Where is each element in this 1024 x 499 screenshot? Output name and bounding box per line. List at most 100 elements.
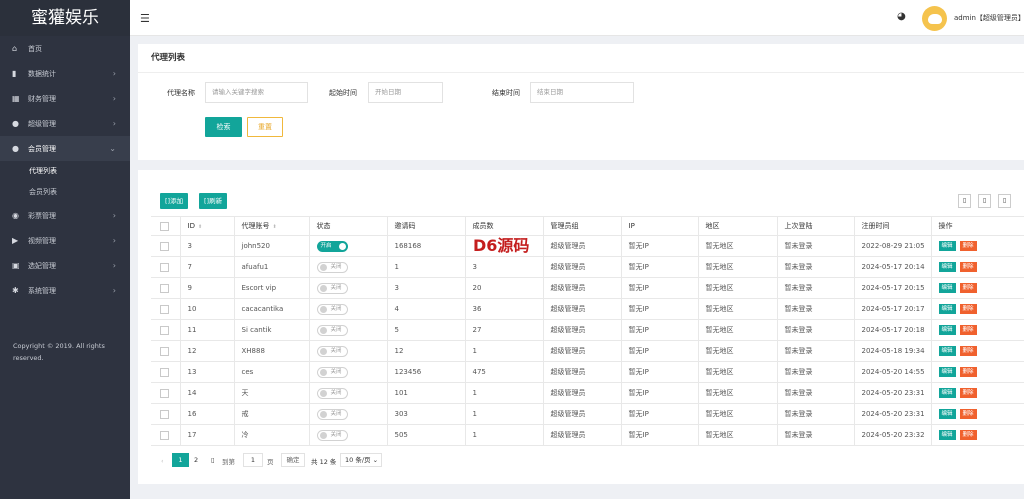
status-toggle[interactable]: 关闭 [316,345,348,357]
sidebar-item-1[interactable]: ▮ 数据统计 › [0,61,130,86]
chevron-icon: › [112,119,116,128]
sidebar-item-8[interactable]: ✱ 系统管理 › [0,278,130,303]
edit-button[interactable]: 编辑 [938,325,956,335]
sidebar-item-2[interactable]: ▦ 财务管理 › [0,86,130,111]
refresh-button[interactable]: []刷新 [199,193,228,209]
row-checkbox[interactable] [160,325,169,335]
table-row: 16 戒关闭 303 1 超级管理员 暂无IP 暂无地区 暂未登录 2024-05-20 23:… [151,403,1024,425]
chevron-icon: › [112,261,116,270]
row-checkbox[interactable] [160,409,169,419]
status-toggle[interactable]: 关闭 [316,408,348,420]
edit-button[interactable]: 编辑 [938,367,956,377]
sidebar-subitem-0[interactable]: 代理列表 [0,161,130,182]
row-checkbox[interactable] [160,262,169,272]
status-cell: 关闭 [308,361,387,383]
status-toggle[interactable]: 关闭 [316,366,348,378]
row-checkbox[interactable] [160,283,169,293]
start-date-input[interactable]: 开始日期 [368,82,443,103]
group-cell: 超级管理员 [542,340,621,362]
edit-button[interactable]: 编辑 [938,262,956,272]
delete-button[interactable]: 删除 [959,367,977,377]
status-toggle[interactable]: 关闭 [316,261,348,273]
delete-button[interactable]: 删除 [959,304,977,314]
status-toggle[interactable]: 关闭 [316,324,348,336]
export-icon[interactable]: ▯ [978,194,991,208]
goto-label: 到第 [222,458,235,466]
column-header[interactable]: ID ⬍ [179,216,234,236]
page-size-select[interactable]: 10 条/页 ⌄ [340,453,382,467]
row-checkbox[interactable] [160,304,169,314]
edit-button[interactable]: 编辑 [938,346,956,356]
delete-button[interactable]: 删除 [959,283,977,293]
sidebar-item-3[interactable]: ● 超级管理 › [0,111,130,136]
sidebar-item-0[interactable]: ⌂ 首页 [0,36,130,61]
print-icon[interactable]: ▯ [998,194,1011,208]
status-toggle[interactable]: 关闭 [316,282,348,294]
columns-icon[interactable]: ▯ [958,194,971,208]
row-checkbox[interactable] [160,346,169,356]
group-cell: 超级管理员 [542,319,621,341]
row-checkbox[interactable] [160,367,169,377]
sidebar-item-5[interactable]: ◉ 彩票管理 › [0,203,130,228]
delete-button[interactable]: 删除 [959,262,977,272]
id-cell: 12 [179,340,234,362]
edit-button[interactable]: 编辑 [938,241,956,251]
row-checkbox[interactable] [160,388,169,398]
column-header: 状态 [308,216,387,236]
sidebar-item-7[interactable]: ▣ 选妃管理 › [0,253,130,278]
status-toggle[interactable]: 开启 [316,240,348,252]
edit-button[interactable]: 编辑 [938,409,956,419]
edit-button[interactable]: 编辑 [938,304,956,314]
last-login-cell: 暂未登录 [776,340,854,362]
column-header[interactable]: 代理账号 ⬍ [233,216,309,236]
status-toggle[interactable]: 关闭 [316,303,348,315]
page-1-button[interactable]: 1 [172,453,189,467]
page-2-button[interactable]: 2 [194,456,198,464]
delete-button[interactable]: 删除 [959,409,977,419]
row-checkbox[interactable] [160,241,169,251]
delete-button[interactable]: 删除 [959,346,977,356]
sidebar-item-4[interactable]: ● 会员管理 ⌄ [0,136,130,161]
page-jump-confirm-button[interactable]: 确定 [281,453,305,467]
status-toggle[interactable]: 关闭 [316,387,348,399]
status-toggle[interactable]: 关闭 [316,429,348,441]
total-count: 共 12 条 [311,458,337,466]
next-page-button[interactable]: ▯ [211,456,215,464]
region-cell: 暂无地区 [697,361,777,383]
delete-button[interactable]: 删除 [959,241,977,251]
id-cell: 10 [179,298,234,320]
edit-button[interactable]: 编辑 [938,430,956,440]
select-all-checkbox[interactable] [160,221,169,231]
menu-toggle-icon[interactable]: ☰ [140,12,150,25]
add-button[interactable]: []添加 [160,193,189,209]
end-date-input[interactable]: 结束日期 [530,82,634,103]
page-jump-input[interactable]: 1 [243,453,263,467]
delete-button[interactable]: 删除 [959,388,977,398]
agent-table: ID ⬍ 代理账号 ⬍ 状态 邀请码 成员数 管理员组 IP 地区 上次登陆 注册时间 操作 3 john… [151,216,1024,446]
agent-name-input[interactable]: 请输入关键字搜索 [205,82,308,103]
reset-button[interactable]: 重置 [247,117,283,137]
last-login-cell: 暂未登录 [776,361,854,383]
id-cell: 11 [179,319,234,341]
chevron-icon: ⌄ [109,144,116,153]
app-logo[interactable]: 蜜獾娱乐 [0,0,130,36]
sort-icon[interactable]: ⬍ [273,224,277,230]
user-name[interactable]: admin【超级管理员】 [954,13,1024,23]
prev-page-button[interactable]: ‹ [161,457,164,465]
avatar[interactable] [922,6,947,31]
delete-button[interactable]: 删除 [959,430,977,440]
edit-button[interactable]: 编辑 [938,283,956,293]
edit-button[interactable]: 编辑 [938,388,956,398]
palette-icon[interactable]: ◕ [897,11,906,22]
sidebar-subitem-1[interactable]: 会员列表 [0,182,130,203]
last-login-cell: 暂未登录 [776,319,854,341]
sidebar-item-label: 彩票管理 [28,211,56,220]
sort-icon[interactable]: ⬍ [198,224,202,230]
search-button[interactable]: 检索 [205,117,242,137]
delete-button[interactable]: 删除 [959,325,977,335]
column-header: 邀请码 [386,216,465,236]
sidebar-item-6[interactable]: ▶ 视频管理 › [0,228,130,253]
row-checkbox[interactable] [160,430,169,440]
actions-cell: 编辑 删除 [930,235,1024,257]
chevron-icon: › [112,236,116,245]
